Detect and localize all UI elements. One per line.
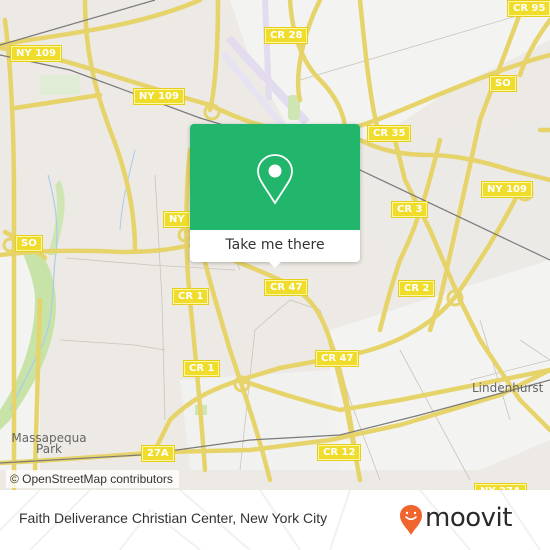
place-label-massapequa-park: Massapequa Park bbox=[11, 431, 87, 456]
road-label-cr2: CR 2 bbox=[399, 281, 435, 296]
road-label-cr35: CR 35 bbox=[368, 126, 411, 141]
road-label-ny109: NY 109 bbox=[482, 182, 532, 197]
map-view[interactable]: NY 109 NY 109 CR 28 CR 95 SO CR 35 NY 10… bbox=[0, 0, 550, 490]
road-label-cr1: CR 1 bbox=[173, 289, 209, 304]
road-label-ny: NY bbox=[164, 212, 190, 227]
moovit-pin-smile-icon bbox=[400, 505, 422, 535]
popup-header bbox=[190, 124, 360, 230]
road-label-ny109: NY 109 bbox=[11, 46, 61, 61]
road-label-cr3: CR 3 bbox=[392, 202, 428, 217]
popup-tail bbox=[268, 261, 282, 268]
road-label-so: SO bbox=[16, 236, 42, 251]
road-label-cr28: CR 28 bbox=[265, 28, 308, 43]
map-pin-icon bbox=[257, 154, 293, 205]
road-label-cr1: CR 1 bbox=[184, 361, 220, 376]
road-label-cr12: CR 12 bbox=[318, 445, 361, 460]
footer-bar: Faith Deliverance Christian Center, New … bbox=[0, 490, 550, 550]
take-me-there-button[interactable]: Take me there bbox=[190, 231, 360, 259]
map-attribution[interactable]: © OpenStreetMap contributors bbox=[6, 470, 179, 488]
road-label-so: SO bbox=[490, 76, 516, 91]
road-label-cr95: CR 95 bbox=[508, 1, 550, 16]
destination-popup[interactable]: Take me there bbox=[190, 124, 360, 268]
place-label-lindenhurst: Lindenhurst bbox=[472, 381, 544, 395]
road-label-ny109: NY 109 bbox=[134, 89, 184, 104]
place-title: Faith Deliverance Christian Center, New … bbox=[19, 510, 328, 526]
road-label-27a: 27A bbox=[142, 446, 174, 461]
moovit-wordmark: moovit bbox=[425, 503, 512, 533]
road-label-cr47: CR 47 bbox=[316, 351, 359, 366]
road-label-cr47: CR 47 bbox=[265, 280, 308, 295]
